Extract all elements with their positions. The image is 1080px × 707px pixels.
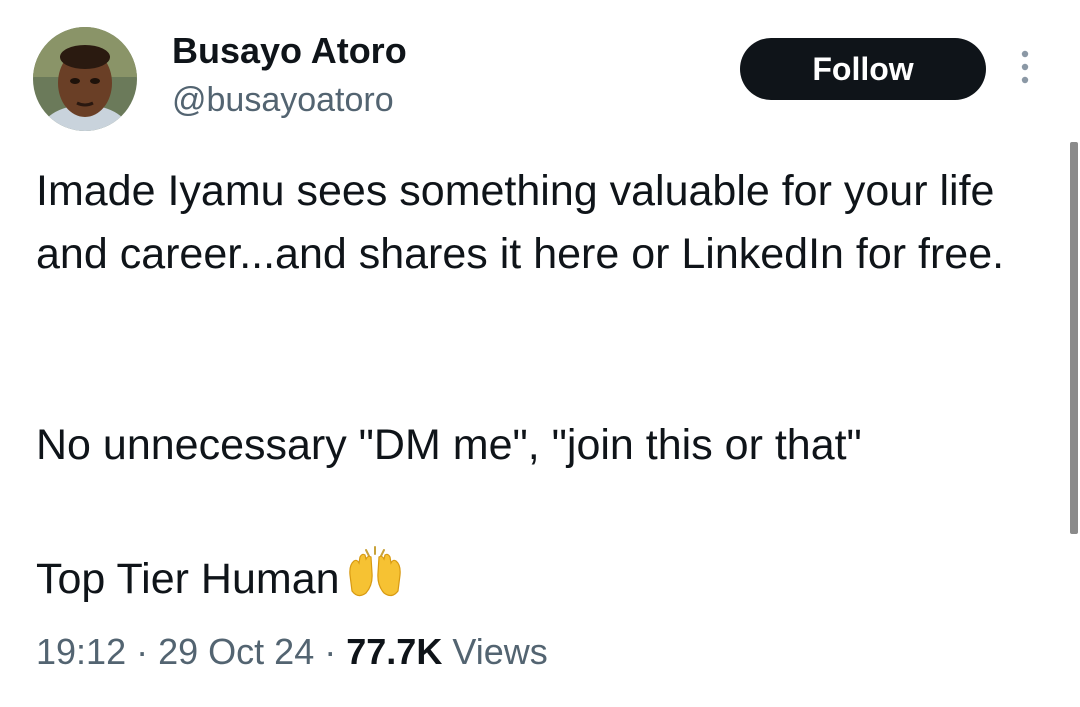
views-count[interactable]: 77.7K — [346, 631, 442, 672]
raising-hands-emoji-icon — [346, 545, 404, 617]
meta-separator: · — [136, 631, 149, 672]
author-display-name[interactable]: Busayo Atoro — [172, 28, 407, 74]
more-vertical-icon[interactable] — [1014, 48, 1036, 88]
author-handle[interactable]: @busayoatoro — [172, 78, 394, 122]
scrollbar-thumb[interactable] — [1070, 142, 1078, 534]
tweet-meta: 19:12 · 29 Oct 24 · 77.7K Views — [36, 626, 548, 678]
follow-button[interactable]: Follow — [740, 38, 986, 100]
author-avatar[interactable] — [33, 27, 137, 131]
tweet-paragraph-1: Imade Iyamu sees something valuable for … — [36, 167, 1005, 278]
avatar-photo — [33, 27, 137, 131]
tweet-paragraph-3-text: Top Tier Human — [36, 555, 340, 603]
tweet-date[interactable]: 29 Oct 24 — [158, 631, 314, 672]
tweet-paragraph-3: Top Tier Human — [36, 545, 1046, 617]
views-label: Views — [452, 631, 548, 672]
meta-separator: · — [324, 631, 337, 672]
tweet-time[interactable]: 19:12 — [36, 631, 126, 672]
tweet-paragraph-2: No unnecessary "DM me", "join this or th… — [36, 421, 862, 469]
